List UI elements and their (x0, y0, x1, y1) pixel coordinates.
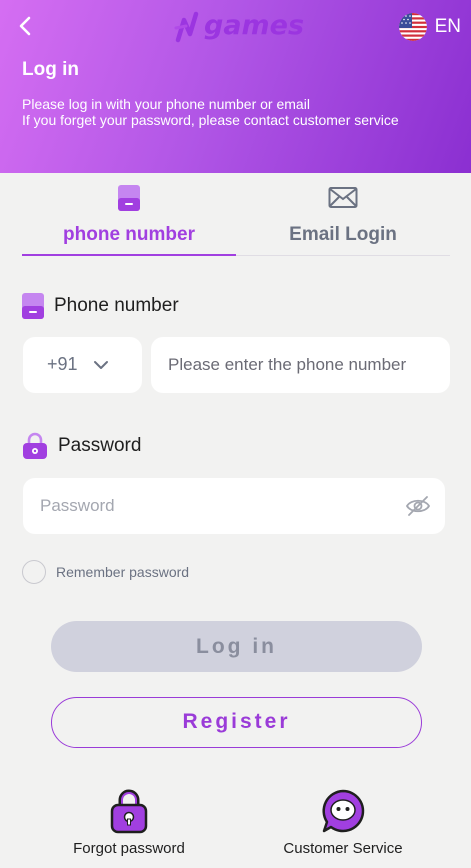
customer-service-link[interactable]: Customer Service (263, 788, 423, 857)
forgot-password-link[interactable]: Forgot password (49, 788, 209, 857)
remember-label: Remember password (56, 564, 190, 580)
language-selector[interactable]: EN (398, 12, 461, 42)
active-tab-indicator (22, 254, 236, 256)
app-logo: games (174, 8, 304, 44)
phone-number-input[interactable] (151, 337, 450, 393)
us-flag-icon (398, 13, 427, 41)
password-input[interactable] (23, 478, 445, 534)
logo-text: games (204, 10, 305, 41)
logo-mark-icon (174, 11, 199, 43)
tab-label: Email Login (289, 224, 397, 245)
chevron-down-icon (94, 361, 108, 369)
register-button[interactable]: Register (51, 697, 422, 748)
phone-label-text: Phone number (54, 295, 179, 316)
language-label: EN (434, 16, 461, 37)
phone-number-label: Phone number (22, 292, 179, 320)
eye-off-icon[interactable] (405, 494, 431, 518)
chat-bubble-icon (322, 789, 365, 833)
tab-label: phone number (63, 224, 195, 245)
email-icon (328, 187, 358, 208)
login-button[interactable]: Log in (51, 621, 422, 672)
password-input-wrapper (23, 478, 445, 534)
tab-email-login[interactable]: Email Login (236, 182, 450, 256)
password-label-text: Password (58, 435, 142, 456)
page-description: Please log in with your phone number or … (22, 96, 399, 128)
customer-service-label: Customer Service (283, 840, 403, 857)
padlock-icon (110, 789, 148, 834)
phone-icon (22, 293, 44, 319)
lock-icon (23, 432, 47, 459)
phone-tab-icon (118, 185, 140, 211)
header: games EN Log in Please log in with your … (0, 0, 471, 173)
phone-input-wrapper (151, 337, 450, 393)
login-tabs: phone number Email Login (22, 182, 450, 256)
description-line-2: If you forget your password, please cont… (22, 112, 399, 128)
page-title: Log in (22, 59, 79, 80)
remember-password[interactable]: Remember password (22, 560, 189, 584)
password-label: Password (22, 432, 141, 460)
tab-phone-number[interactable]: phone number (22, 182, 236, 256)
remember-radio[interactable] (22, 560, 46, 584)
country-code-select[interactable]: +91 (23, 337, 142, 393)
country-code-value: +91 (47, 354, 78, 374)
description-line-1: Please log in with your phone number or … (22, 96, 310, 112)
forgot-password-label: Forgot password (73, 840, 185, 857)
back-arrow-icon[interactable] (14, 14, 38, 38)
